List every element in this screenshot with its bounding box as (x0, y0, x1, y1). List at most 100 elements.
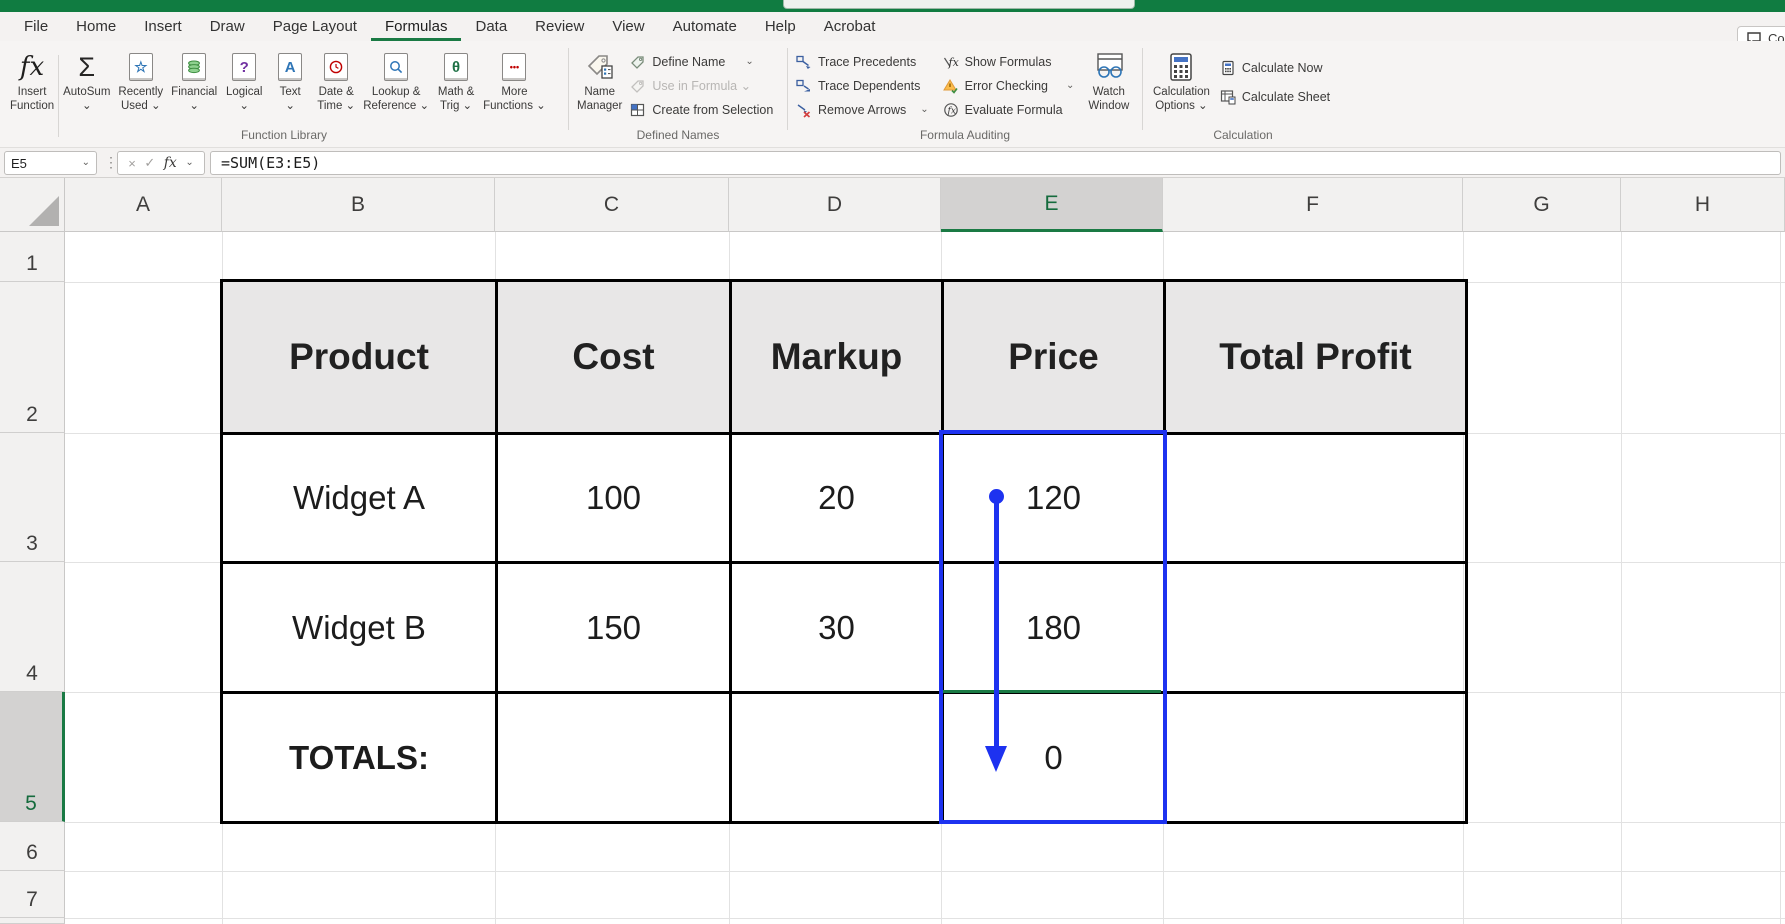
column-header-a[interactable]: A (65, 178, 222, 232)
calculate-now-button[interactable]: Calculate Now (1220, 56, 1330, 79)
cell-B2[interactable]: Product (222, 281, 497, 434)
cell-B4[interactable]: Widget B (222, 563, 497, 693)
select-all-corner[interactable] (0, 178, 65, 232)
trace-precedents-button[interactable]: Trace Precedents (796, 50, 929, 73)
trace-arrow-head (985, 746, 1007, 772)
cell-C5[interactable] (497, 693, 731, 823)
watch-window-button[interactable]: Watch Window (1084, 48, 1133, 114)
tab-formulas[interactable]: Formulas (371, 12, 462, 41)
column-header-e-selected[interactable]: E (941, 178, 1163, 232)
define-name-button[interactable]: Define Name ⌄ (630, 50, 773, 73)
cancel-icon[interactable]: × (128, 156, 136, 171)
cell-D5[interactable] (731, 693, 943, 823)
search-box[interactable] (783, 0, 1135, 9)
cell-C2[interactable]: Cost (497, 281, 731, 434)
cell-F2[interactable]: Total Profit (1165, 281, 1467, 434)
row-header-2[interactable]: 2 (0, 282, 65, 433)
tab-view[interactable]: View (598, 12, 658, 41)
text-button[interactable]: A Text ⌄ (267, 48, 313, 114)
column-header-d[interactable]: D (729, 178, 941, 232)
name-manager-icon (585, 50, 615, 84)
cell-B5[interactable]: TOTALS: (222, 693, 497, 823)
tab-review[interactable]: Review (521, 12, 598, 41)
group-calculation: Calculation Options ⌄ Calculate Now (1143, 41, 1343, 147)
column-header-h[interactable]: H (1621, 178, 1785, 232)
tab-automate[interactable]: Automate (659, 12, 751, 41)
theta-icon: θ (444, 53, 468, 81)
tab-acrobat[interactable]: Acrobat (810, 12, 890, 41)
tab-page-layout[interactable]: Page Layout (259, 12, 371, 41)
date-time-button[interactable]: Date & Time ⌄ (313, 48, 359, 114)
name-box-dropdown-icon[interactable]: ⌄ (82, 158, 90, 168)
define-name-dropdown[interactable]: ⌄ (745, 57, 753, 67)
lookup-reference-button[interactable]: Lookup & Reference ⌄ (359, 48, 433, 114)
insert-function-fx-icon[interactable]: fx (164, 155, 177, 171)
enter-icon[interactable]: ✓ (144, 155, 155, 171)
remove-arrows-dropdown[interactable]: ⌄ (920, 105, 928, 115)
column-header-g[interactable]: G (1463, 178, 1621, 232)
cell-F4[interactable] (1165, 563, 1467, 693)
fx-dropdown-icon[interactable]: ⌄ (185, 158, 193, 168)
row-header-3[interactable]: 3 (0, 433, 65, 562)
cell-F5[interactable] (1165, 693, 1467, 823)
name-box[interactable]: E5 ⌄ (4, 151, 97, 175)
ribbon: fx Insert Function Σ AutoSum ⌄ ☆ Recentl… (0, 41, 1785, 148)
recently-used-button[interactable]: ☆ Recently Used ⌄ (114, 48, 167, 114)
trace-arrow-line (994, 497, 999, 747)
cell-D4[interactable]: 30 (731, 563, 943, 693)
tab-insert[interactable]: Insert (130, 12, 196, 41)
cell-E2[interactable]: Price (943, 281, 1165, 434)
formula-buttons: × ✓ fx ⌄ (117, 151, 205, 175)
tab-draw[interactable]: Draw (196, 12, 259, 41)
gridline (1780, 232, 1781, 924)
calculate-sheet-icon (1220, 89, 1236, 105)
column-header-c[interactable]: C (495, 178, 729, 232)
name-manager-button[interactable]: Name Manager (573, 48, 626, 114)
cell-C3[interactable]: 100 (497, 434, 731, 563)
row-header-4[interactable]: 4 (0, 562, 65, 692)
autosum-button[interactable]: Σ AutoSum ⌄ (59, 48, 114, 114)
ellipsis-icon: ••• (502, 53, 526, 81)
tab-file[interactable]: File (10, 12, 62, 41)
insert-function-button[interactable]: fx Insert Function (6, 48, 58, 114)
evaluate-formula-button[interactable]: fx Evaluate Formula (943, 98, 1075, 121)
cell-D2[interactable]: Markup (731, 281, 943, 434)
financial-button[interactable]: Financial ⌄ (167, 48, 221, 114)
row-header-6[interactable]: 6 (0, 822, 65, 871)
more-functions-button[interactable]: ••• More Functions ⌄ (479, 48, 550, 114)
row-header-1[interactable]: 1 (0, 232, 65, 282)
watch-window-icon (1092, 50, 1126, 84)
row-header-5-selected[interactable]: 5 (0, 692, 65, 822)
error-checking-button[interactable]: Error Checking ⌄ (943, 74, 1075, 97)
magnifier-icon (384, 53, 408, 81)
create-from-selection-button[interactable]: Create from Selection (630, 98, 773, 121)
tab-data[interactable]: Data (461, 12, 521, 41)
tag-icon (630, 54, 646, 70)
ribbon-tab-bar: File Home Insert Draw Page Layout Formul… (0, 12, 1785, 41)
math-trig-button[interactable]: θ Math & Trig ⌄ (433, 48, 479, 114)
row-header-7[interactable]: 7 (0, 871, 65, 918)
cell-D3[interactable]: 20 (731, 434, 943, 563)
column-header-b[interactable]: B (222, 178, 495, 232)
remove-arrows-button[interactable]: Remove Arrows ⌄ (796, 98, 929, 121)
use-in-formula-button: Use in Formula ⌄ (630, 74, 773, 97)
recently-used-icon: ☆ (129, 53, 153, 81)
formula-bar-handle-icon[interactable]: ⋮ (104, 154, 118, 171)
tab-home[interactable]: Home (62, 12, 130, 41)
cell-C4[interactable]: 150 (497, 563, 731, 693)
calculate-sheet-button[interactable]: Calculate Sheet (1220, 85, 1330, 108)
cell-F3[interactable] (1165, 434, 1467, 563)
formula-input[interactable]: =SUM(E3:E5) (210, 151, 1781, 175)
logical-question-icon: ? (232, 53, 256, 81)
calculation-options-button[interactable]: Calculation Options ⌄ (1149, 48, 1214, 114)
cell-B3[interactable]: Widget A (222, 434, 497, 563)
error-checking-dropdown[interactable]: ⌄ (1066, 81, 1074, 91)
gridline (1621, 232, 1622, 924)
logical-button[interactable]: ? Logical ⌄ (221, 48, 267, 114)
group-formula-auditing: Trace Precedents Trace Dependents Remove… (788, 41, 1142, 147)
tab-help[interactable]: Help (751, 12, 810, 41)
show-formulas-button[interactable]: fx Show Formulas (943, 50, 1075, 73)
column-header-f[interactable]: F (1163, 178, 1463, 232)
trace-dependents-button[interactable]: Trace Dependents (796, 74, 929, 97)
show-formulas-icon: fx (943, 54, 959, 70)
